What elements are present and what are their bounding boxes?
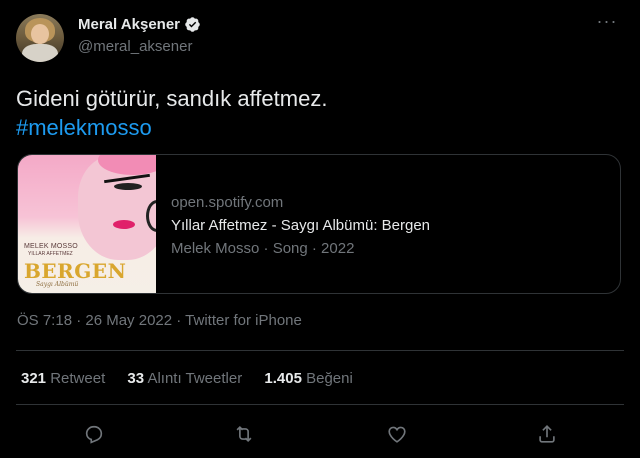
divider: [16, 404, 624, 405]
display-name[interactable]: Meral Akşener: [78, 16, 180, 33]
more-options-icon[interactable]: ···: [594, 12, 620, 36]
reply-icon[interactable]: [80, 420, 108, 448]
retweets-count: 321: [21, 370, 47, 387]
verified-badge-icon: [184, 16, 201, 33]
retweets-label: Retweet: [50, 370, 106, 387]
album-cover-image: MELEK MOSSO YILLAR AFFETMEZ BERGEN Saygı…: [18, 155, 156, 293]
cover-artist-text: MELEK MOSSO: [24, 243, 78, 250]
card-title: Yıllar Affetmez - Saygı Albümü: Bergen: [171, 217, 431, 234]
card-domain: open.spotify.com: [171, 194, 284, 211]
tweet-header: Meral Akşener @meral_aksener ···: [16, 12, 624, 64]
quotes-stat[interactable]: 33 Alıntı Tweetler: [127, 370, 242, 387]
tweet-body: Gideni götürür, sandık affetmez.: [16, 86, 328, 111]
hashtag-link[interactable]: #melekmosso: [16, 113, 327, 142]
cover-caption-text: Saygı Albümü: [36, 281, 79, 288]
cover-title-text: BERGEN: [24, 259, 127, 283]
link-card[interactable]: MELEK MOSSO YILLAR AFFETMEZ BERGEN Saygı…: [17, 154, 621, 294]
handle[interactable]: @meral_aksener: [78, 38, 192, 55]
action-bar: [0, 420, 640, 448]
likes-label: Beğeni: [306, 370, 353, 387]
name-row: Meral Akşener: [78, 16, 201, 33]
card-description: Melek Mosso · Song · 2022: [171, 240, 355, 257]
tweet-text: Gideni götürür, sandık affetmez. #melekm…: [16, 84, 327, 142]
likes-count: 1.405: [264, 370, 302, 387]
quotes-count: 33: [127, 370, 145, 387]
retweets-stat[interactable]: 321 Retweet: [21, 370, 105, 387]
quotes-label: Alıntı Tweetler: [147, 370, 243, 387]
cover-subtitle-text: YILLAR AFFETMEZ: [28, 251, 73, 257]
avatar[interactable]: [16, 14, 64, 62]
tweet-timestamp[interactable]: ÖS 7:18 · 26 May 2022 · Twitter for iPho…: [17, 312, 302, 329]
like-icon[interactable]: [383, 420, 411, 448]
retweet-icon[interactable]: [230, 420, 258, 448]
tweet-stats: 321 Retweet 33 Alıntı Tweetler 1.405 Beğ…: [21, 370, 371, 387]
divider: [16, 350, 624, 351]
share-icon[interactable]: [533, 420, 561, 448]
card-body: open.spotify.com Yıllar Affetmez - Saygı…: [171, 193, 430, 259]
likes-stat[interactable]: 1.405 Beğeni: [264, 370, 352, 387]
